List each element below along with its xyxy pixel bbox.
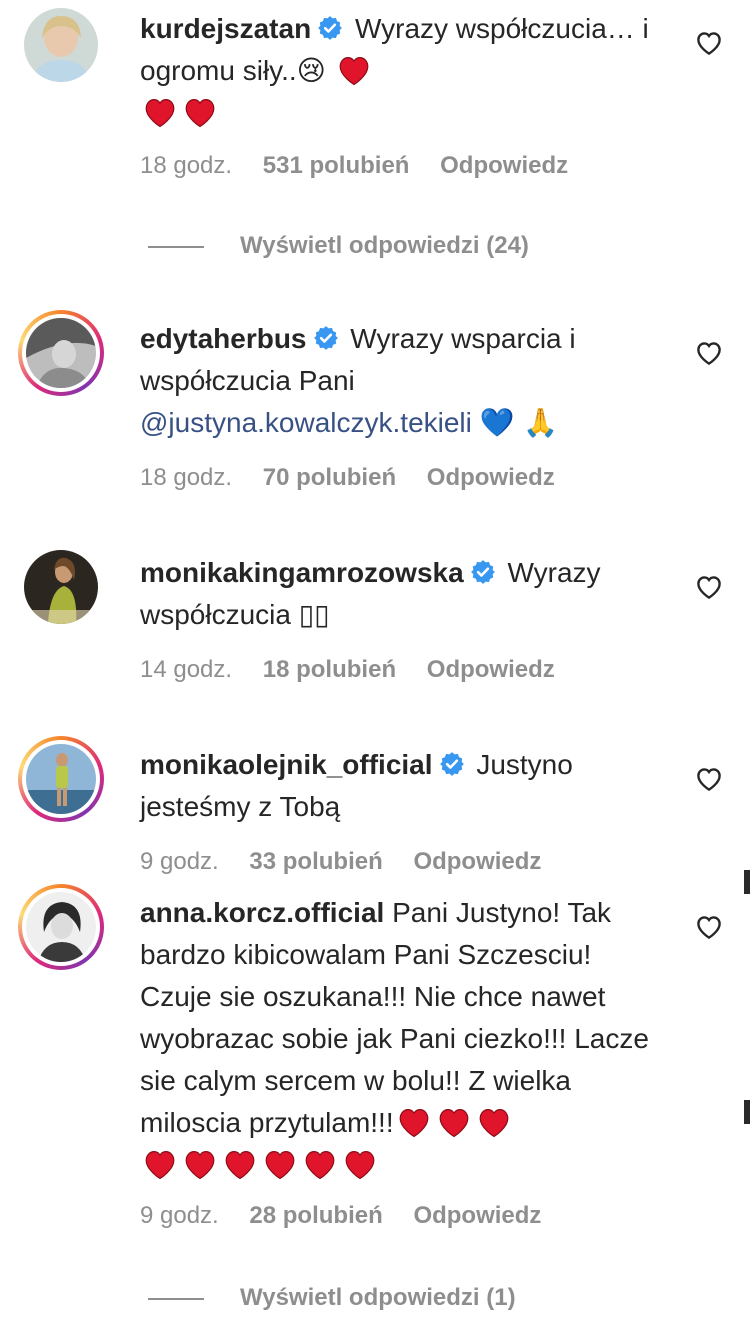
- heart-outline-icon[interactable]: [694, 28, 724, 58]
- comment-time: 9 godz.: [140, 1202, 219, 1229]
- comment-likes[interactable]: 70 polubień: [263, 464, 396, 491]
- edge-artifact: [744, 870, 750, 894]
- reply-button[interactable]: Odpowiedz: [413, 1202, 541, 1229]
- reply-button[interactable]: Odpowiedz: [413, 848, 541, 875]
- heart-outline-icon[interactable]: [694, 572, 724, 602]
- avatar[interactable]: [24, 8, 98, 82]
- comment-time: 18 godz.: [140, 464, 233, 491]
- comment-text: monikaolejnik_official Justyno jesteśmy …: [140, 744, 670, 828]
- view-replies-button[interactable]: Wyświetl odpowiedzi (24): [148, 232, 529, 260]
- view-replies-button[interactable]: Wyświetl odpowiedzi (1): [148, 1284, 516, 1312]
- avatar-photo: [24, 550, 98, 624]
- red-heart-emoji: [399, 1109, 429, 1138]
- avatar[interactable]: [18, 884, 104, 970]
- comment-meta: 18 godz. 531 polubień Odpowiedz: [140, 152, 592, 180]
- red-heart-emoji: [185, 1151, 215, 1180]
- comment-meta: 14 godz. 18 polubień Odpowiedz: [140, 656, 579, 684]
- comment-likes[interactable]: 33 polubień: [249, 848, 382, 875]
- red-heart-emoji: [345, 1151, 375, 1180]
- blue-heart-praying-hands-emoji: 💙 🙏: [479, 406, 559, 439]
- red-heart-emoji: [305, 1151, 335, 1180]
- comment-username[interactable]: kurdejszatan: [140, 13, 311, 44]
- replies-divider: [148, 1297, 204, 1300]
- avatar-photo: [26, 892, 96, 962]
- comment-meta: 9 godz. 28 polubień Odpowiedz: [140, 1202, 565, 1230]
- comment-likes[interactable]: 28 polubień: [249, 1202, 382, 1229]
- crying-face-emoji: 😢: [296, 54, 326, 87]
- comment-likes[interactable]: 18 polubień: [263, 656, 396, 683]
- comment-username[interactable]: monikaolejnik_official: [140, 749, 433, 780]
- comment-text: monikakingamrozowska Wyrazy współczucia …: [140, 552, 670, 636]
- comment-time: 14 godz.: [140, 656, 233, 683]
- comment-time: 9 godz.: [140, 848, 219, 875]
- red-heart-emoji: [479, 1109, 509, 1138]
- red-heart-emoji: [145, 99, 175, 128]
- verified-badge-icon: [470, 560, 495, 584]
- reply-button[interactable]: Odpowiedz: [427, 656, 555, 683]
- avatar-photo: [24, 8, 98, 82]
- verified-badge-icon: [439, 752, 464, 776]
- heart-outline-icon[interactable]: [694, 764, 724, 794]
- edge-artifact: [744, 1100, 750, 1124]
- avatar-photo: [26, 744, 96, 814]
- red-heart-emoji: [145, 1151, 175, 1180]
- red-heart-emoji: [439, 1109, 469, 1138]
- avatar[interactable]: [24, 550, 98, 624]
- red-heart-emoji: [265, 1151, 295, 1180]
- verified-badge-icon: [313, 326, 338, 350]
- verified-badge-icon: [318, 16, 343, 40]
- avatar[interactable]: [18, 310, 104, 396]
- comment-text: kurdejszatan Wyrazy współczucia… i ogrom…: [140, 8, 670, 134]
- comment-meta: 18 godz. 70 polubień Odpowiedz: [140, 464, 579, 492]
- avatar-photo: [26, 318, 96, 388]
- comment-username[interactable]: edytaherbus: [140, 323, 307, 354]
- red-heart-emoji: [185, 99, 215, 128]
- view-replies-label: Wyświetl odpowiedzi (24): [240, 232, 529, 259]
- avatar[interactable]: [18, 736, 104, 822]
- comment-text: anna.korcz.official Pani Justyno! Tak ba…: [140, 892, 670, 1186]
- comment-time: 18 godz.: [140, 152, 233, 179]
- mention-link[interactable]: @justyna.kowalczyk.tekieli: [140, 407, 472, 438]
- comment-username[interactable]: monikakingamrozowska: [140, 557, 464, 588]
- heart-outline-icon[interactable]: [694, 912, 724, 942]
- comment-meta: 9 godz. 33 polubień Odpowiedz: [140, 848, 565, 876]
- replies-divider: [148, 245, 204, 248]
- comment-text: edytaherbus Wyrazy wsparcia i współczuci…: [140, 318, 670, 444]
- red-heart-emoji: [339, 57, 369, 86]
- reply-button[interactable]: Odpowiedz: [440, 152, 568, 179]
- comment-body: Pani Justyno! Tak bardzo kibicowalam Pan…: [140, 897, 649, 1138]
- reply-button[interactable]: Odpowiedz: [427, 464, 555, 491]
- heart-outline-icon[interactable]: [694, 338, 724, 368]
- missing-glyph-boxes: ▯▯: [298, 598, 330, 631]
- red-heart-emoji: [225, 1151, 255, 1180]
- view-replies-label: Wyświetl odpowiedzi (1): [240, 1284, 516, 1311]
- comment-username[interactable]: anna.korcz.official: [140, 897, 384, 928]
- comment-likes[interactable]: 531 polubień: [263, 152, 410, 179]
